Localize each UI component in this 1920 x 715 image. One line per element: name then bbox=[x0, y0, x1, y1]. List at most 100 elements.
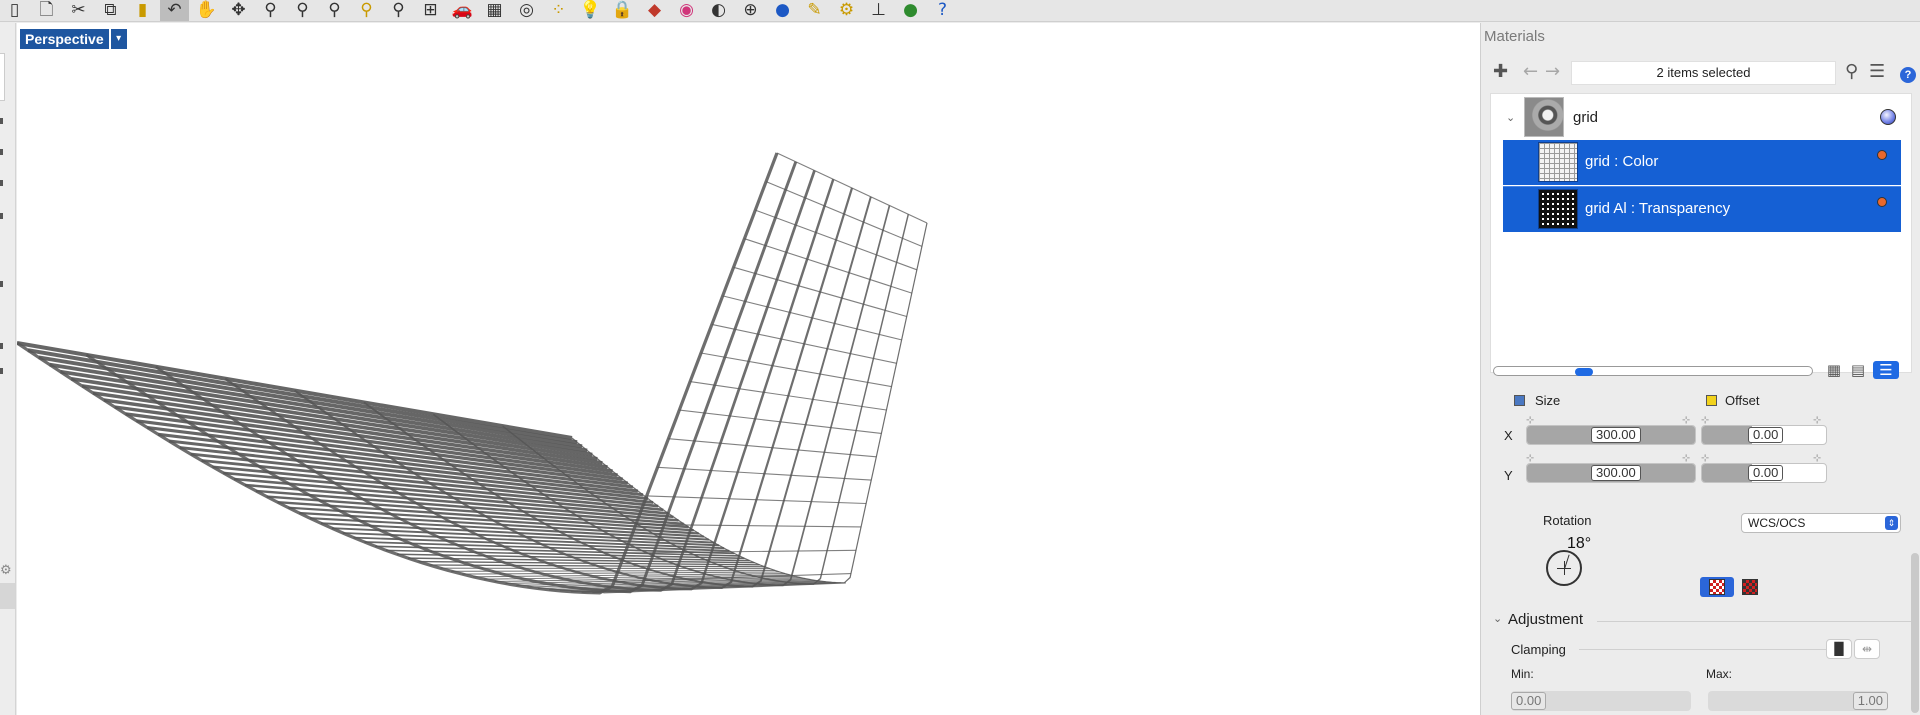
color-wheel-icon[interactable]: ◉ bbox=[672, 0, 701, 21]
size-label: Size bbox=[1535, 393, 1561, 408]
select-stepper-icon[interactable]: ⇕ bbox=[1885, 516, 1898, 530]
lock-icon[interactable]: 🔒 bbox=[608, 0, 637, 21]
clamping-label: Clamping bbox=[1511, 642, 1566, 657]
material-thumbnail bbox=[1524, 97, 1564, 137]
cut-icon[interactable]: ✂ bbox=[64, 0, 93, 21]
new-icon[interactable]: 🗋 bbox=[32, 0, 61, 21]
menu-icon[interactable]: ☰ bbox=[1869, 62, 1885, 82]
help-icon[interactable]: ? bbox=[1900, 67, 1916, 83]
rotate-view-icon[interactable]: ✥ bbox=[224, 0, 253, 21]
forward-arrow-icon[interactable]: → bbox=[1545, 62, 1560, 82]
chevron-down-icon[interactable]: ⌄ bbox=[1506, 111, 1515, 124]
rail-button[interactable] bbox=[0, 583, 15, 609]
add-material-icon[interactable]: ✚ bbox=[1493, 62, 1508, 82]
max-label: Max: bbox=[1706, 667, 1733, 681]
help-icon[interactable]: ? bbox=[928, 0, 957, 21]
shaded-sphere-icon[interactable]: ◐ bbox=[704, 0, 733, 21]
clamp-on-icon[interactable]: ▐▌ bbox=[1826, 639, 1852, 659]
mapping-mode-select[interactable]: WCS/OCS ⇕ bbox=[1741, 513, 1901, 533]
viewport-title[interactable]: Perspective bbox=[20, 29, 109, 49]
tree-view-icon[interactable]: ☰ bbox=[1873, 361, 1899, 379]
material-sphere-icon[interactable] bbox=[1880, 109, 1896, 125]
texture-pin-icon[interactable] bbox=[1877, 197, 1887, 207]
list-view-icon[interactable]: ▤ bbox=[1848, 361, 1868, 379]
min-field[interactable]: 0.00 bbox=[1511, 691, 1691, 711]
min-label: Min: bbox=[1511, 667, 1534, 681]
checker-single-icon bbox=[1742, 579, 1758, 595]
rail-tick bbox=[0, 343, 3, 349]
grid-surface-render bbox=[17, 152, 928, 595]
page-icon[interactable]: ▯ bbox=[0, 0, 29, 21]
main-toolbar: ▯ 🗋 ✂ ⧉ ▮ ↶ ✋ ✥ ⚲ ⚲ ⚲ ⚲ ⚲ ⊞ 🚗 ▦ ◎ ⁘ 💡 🔒 … bbox=[0, 0, 1920, 22]
wire-sphere-icon[interactable]: ⊕ bbox=[736, 0, 765, 21]
tree-item-grid-color[interactable]: grid : Color bbox=[1503, 140, 1901, 185]
points-icon[interactable]: ⁘ bbox=[544, 0, 573, 21]
max-value[interactable]: 1.00 bbox=[1852, 692, 1888, 710]
texture-thumbnail bbox=[1538, 142, 1578, 182]
zoom-selected-icon[interactable]: ⚲ bbox=[352, 0, 381, 21]
light-icon[interactable]: 💡 bbox=[576, 0, 605, 21]
chevron-down-icon[interactable]: ⌄ bbox=[1493, 612, 1502, 625]
mesh-line bbox=[711, 323, 897, 364]
rail-field[interactable] bbox=[0, 53, 5, 101]
layers-icon[interactable]: ◆ bbox=[640, 0, 669, 21]
offset-x-value[interactable]: 0.00 bbox=[1748, 427, 1784, 443]
size-x-field[interactable]: 300.00 bbox=[1526, 425, 1696, 445]
mesh-line bbox=[657, 466, 872, 481]
min-value[interactable]: 0.00 bbox=[1511, 692, 1547, 710]
tree-item-label: grid : Color bbox=[1585, 153, 1659, 170]
mesh-line bbox=[690, 381, 887, 411]
hierarchy-icon[interactable]: ⊥ bbox=[864, 0, 893, 21]
zoom-target-icon[interactable]: ⚲ bbox=[384, 0, 413, 21]
max-field[interactable]: 1.00 bbox=[1708, 691, 1888, 711]
undo-icon[interactable]: ↶ bbox=[160, 0, 189, 21]
gear-icon[interactable]: ⚙ bbox=[832, 0, 861, 21]
thumbnail-size-row: ▦ ▤ ☰ bbox=[1493, 360, 1913, 390]
copy-icon[interactable]: ⧉ bbox=[96, 0, 125, 21]
tree-item-grid-transparency[interactable]: grid Al : Transparency bbox=[1503, 187, 1901, 232]
size-y-field[interactable]: 300.00 bbox=[1526, 463, 1696, 483]
offset-y-value[interactable]: 0.00 bbox=[1748, 465, 1784, 481]
globe-icon[interactable]: ● bbox=[896, 0, 925, 21]
slider-thumb[interactable] bbox=[1575, 368, 1593, 376]
clamp-off-icon[interactable]: ⇹ bbox=[1854, 639, 1880, 659]
pencil-icon[interactable]: ✎ bbox=[800, 0, 829, 21]
ortho-icon[interactable]: ◎ bbox=[512, 0, 541, 21]
pan-hand-icon[interactable]: ✋ bbox=[192, 0, 221, 21]
tree-item-label: grid Al : Transparency bbox=[1585, 200, 1731, 217]
repeat-toggle-button[interactable] bbox=[1700, 577, 1734, 597]
rotation-dial[interactable] bbox=[1546, 550, 1582, 586]
offset-x-field[interactable]: 0.00 bbox=[1701, 425, 1827, 445]
size-y-value[interactable]: 300.00 bbox=[1591, 465, 1641, 481]
four-viewports-icon[interactable]: ⊞ bbox=[416, 0, 445, 21]
panel-title: Materials bbox=[1484, 28, 1545, 45]
search-icon[interactable]: ⚲ bbox=[1845, 62, 1858, 82]
perspective-viewport[interactable]: Perspective ▾ bbox=[17, 23, 1480, 715]
rail-gear-icon[interactable]: ⚙ bbox=[0, 563, 12, 578]
rotation-label: Rotation bbox=[1543, 513, 1592, 528]
car-icon[interactable]: 🚗 bbox=[448, 0, 477, 21]
grid-view-icon[interactable]: ▦ bbox=[1824, 361, 1844, 379]
selection-status: 2 items selected bbox=[1571, 61, 1836, 85]
single-tile-button[interactable] bbox=[1738, 577, 1762, 597]
zoom-window-icon[interactable]: ⚲ bbox=[288, 0, 317, 21]
panel-scrollbar[interactable] bbox=[1911, 553, 1919, 713]
paste-icon[interactable]: ▮ bbox=[128, 0, 157, 21]
size-color-swatch[interactable] bbox=[1514, 395, 1525, 406]
zoom-dynamic-icon[interactable]: ⚲ bbox=[256, 0, 285, 21]
thumbnail-size-slider[interactable] bbox=[1493, 366, 1813, 376]
adjustment-section-header[interactable]: ⌄ Adjustment bbox=[1493, 611, 1913, 631]
rail-tick bbox=[0, 213, 3, 219]
offset-y-field[interactable]: 0.00 bbox=[1701, 463, 1827, 483]
viewport-menu-chevron-down-icon[interactable]: ▾ bbox=[110, 29, 127, 49]
zoom-extents-icon[interactable]: ⚲ bbox=[320, 0, 349, 21]
texture-pin-icon[interactable] bbox=[1877, 150, 1887, 160]
back-arrow-icon[interactable]: ← bbox=[1523, 62, 1538, 82]
viewport-tab[interactable]: Perspective ▾ bbox=[20, 29, 127, 49]
tree-item-grid[interactable]: ⌄ grid bbox=[1491, 94, 1911, 140]
size-x-value[interactable]: 300.00 bbox=[1591, 427, 1641, 443]
offset-color-swatch[interactable] bbox=[1706, 395, 1717, 406]
render-sphere-icon[interactable]: ● bbox=[768, 0, 797, 21]
grid-plane-icon[interactable]: ▦ bbox=[480, 0, 509, 21]
materials-toolbar: ✚ ← → 2 items selected ⚲ ☰ ? bbox=[1481, 57, 1920, 87]
